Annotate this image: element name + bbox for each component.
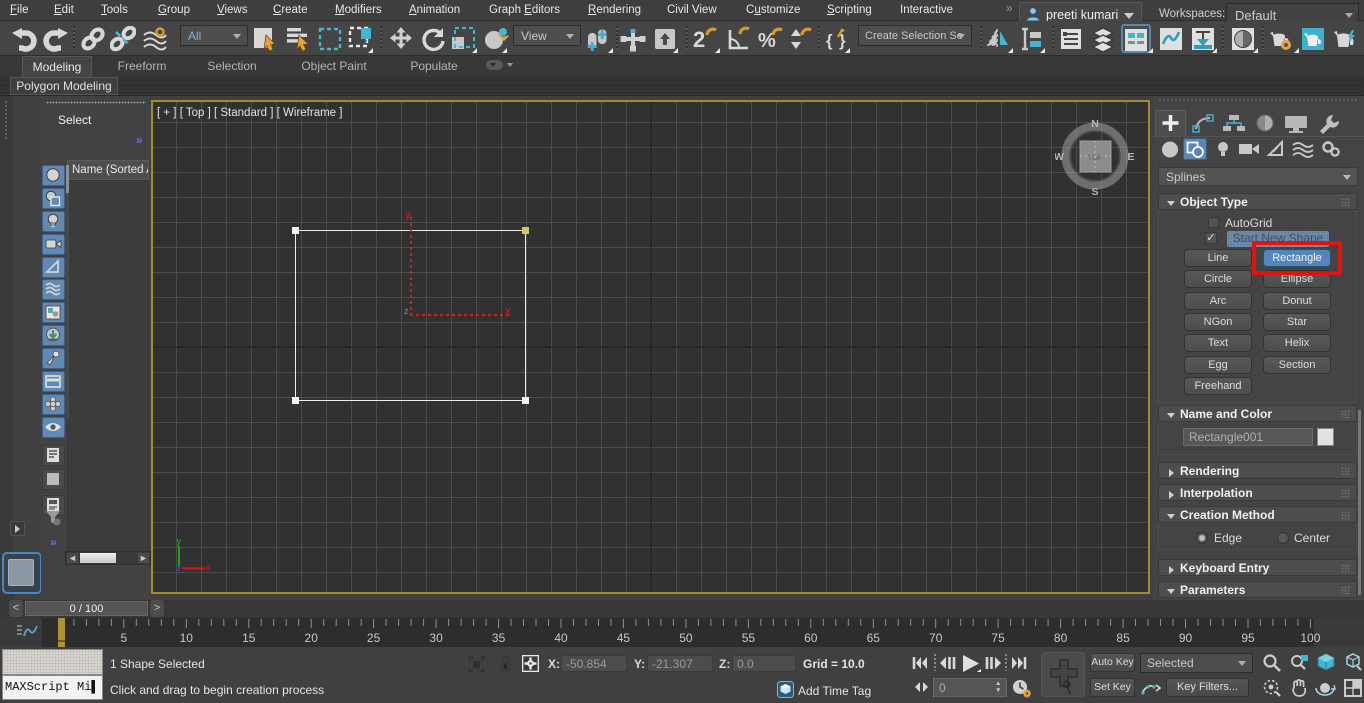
svg-text:45: 45 [617, 631, 631, 645]
svg-text:40: 40 [554, 631, 568, 645]
svg-text:55: 55 [742, 631, 756, 645]
svg-text:50: 50 [679, 631, 693, 645]
svg-text:90: 90 [1179, 631, 1193, 645]
svg-text:20: 20 [305, 631, 319, 645]
svg-text:70: 70 [929, 631, 943, 645]
svg-text:{: { [826, 31, 833, 50]
svg-text:z: z [177, 563, 182, 573]
svg-text:y: y [177, 536, 182, 547]
svg-text:N: N [1091, 118, 1099, 130]
svg-text:30: 30 [429, 631, 443, 645]
svg-text:5: 5 [120, 631, 127, 645]
svg-text:W: W [1055, 151, 1064, 163]
svg-text:35: 35 [492, 631, 506, 645]
svg-text:10: 10 [180, 631, 194, 645]
svg-text:75: 75 [991, 631, 1005, 645]
svg-text:25: 25 [367, 631, 381, 645]
svg-text:65: 65 [867, 631, 881, 645]
svg-text:x: x [206, 562, 211, 573]
svg-text:95: 95 [1241, 631, 1255, 645]
svg-text:2: 2 [693, 27, 705, 52]
svg-text:E: E [1127, 151, 1134, 163]
svg-text:60: 60 [804, 631, 818, 645]
svg-text:80: 80 [1054, 631, 1068, 645]
svg-text:100: 100 [1300, 631, 1320, 645]
svg-text:S: S [1091, 186, 1098, 198]
svg-text:85: 85 [1116, 631, 1130, 645]
svg-text:15: 15 [242, 631, 256, 645]
